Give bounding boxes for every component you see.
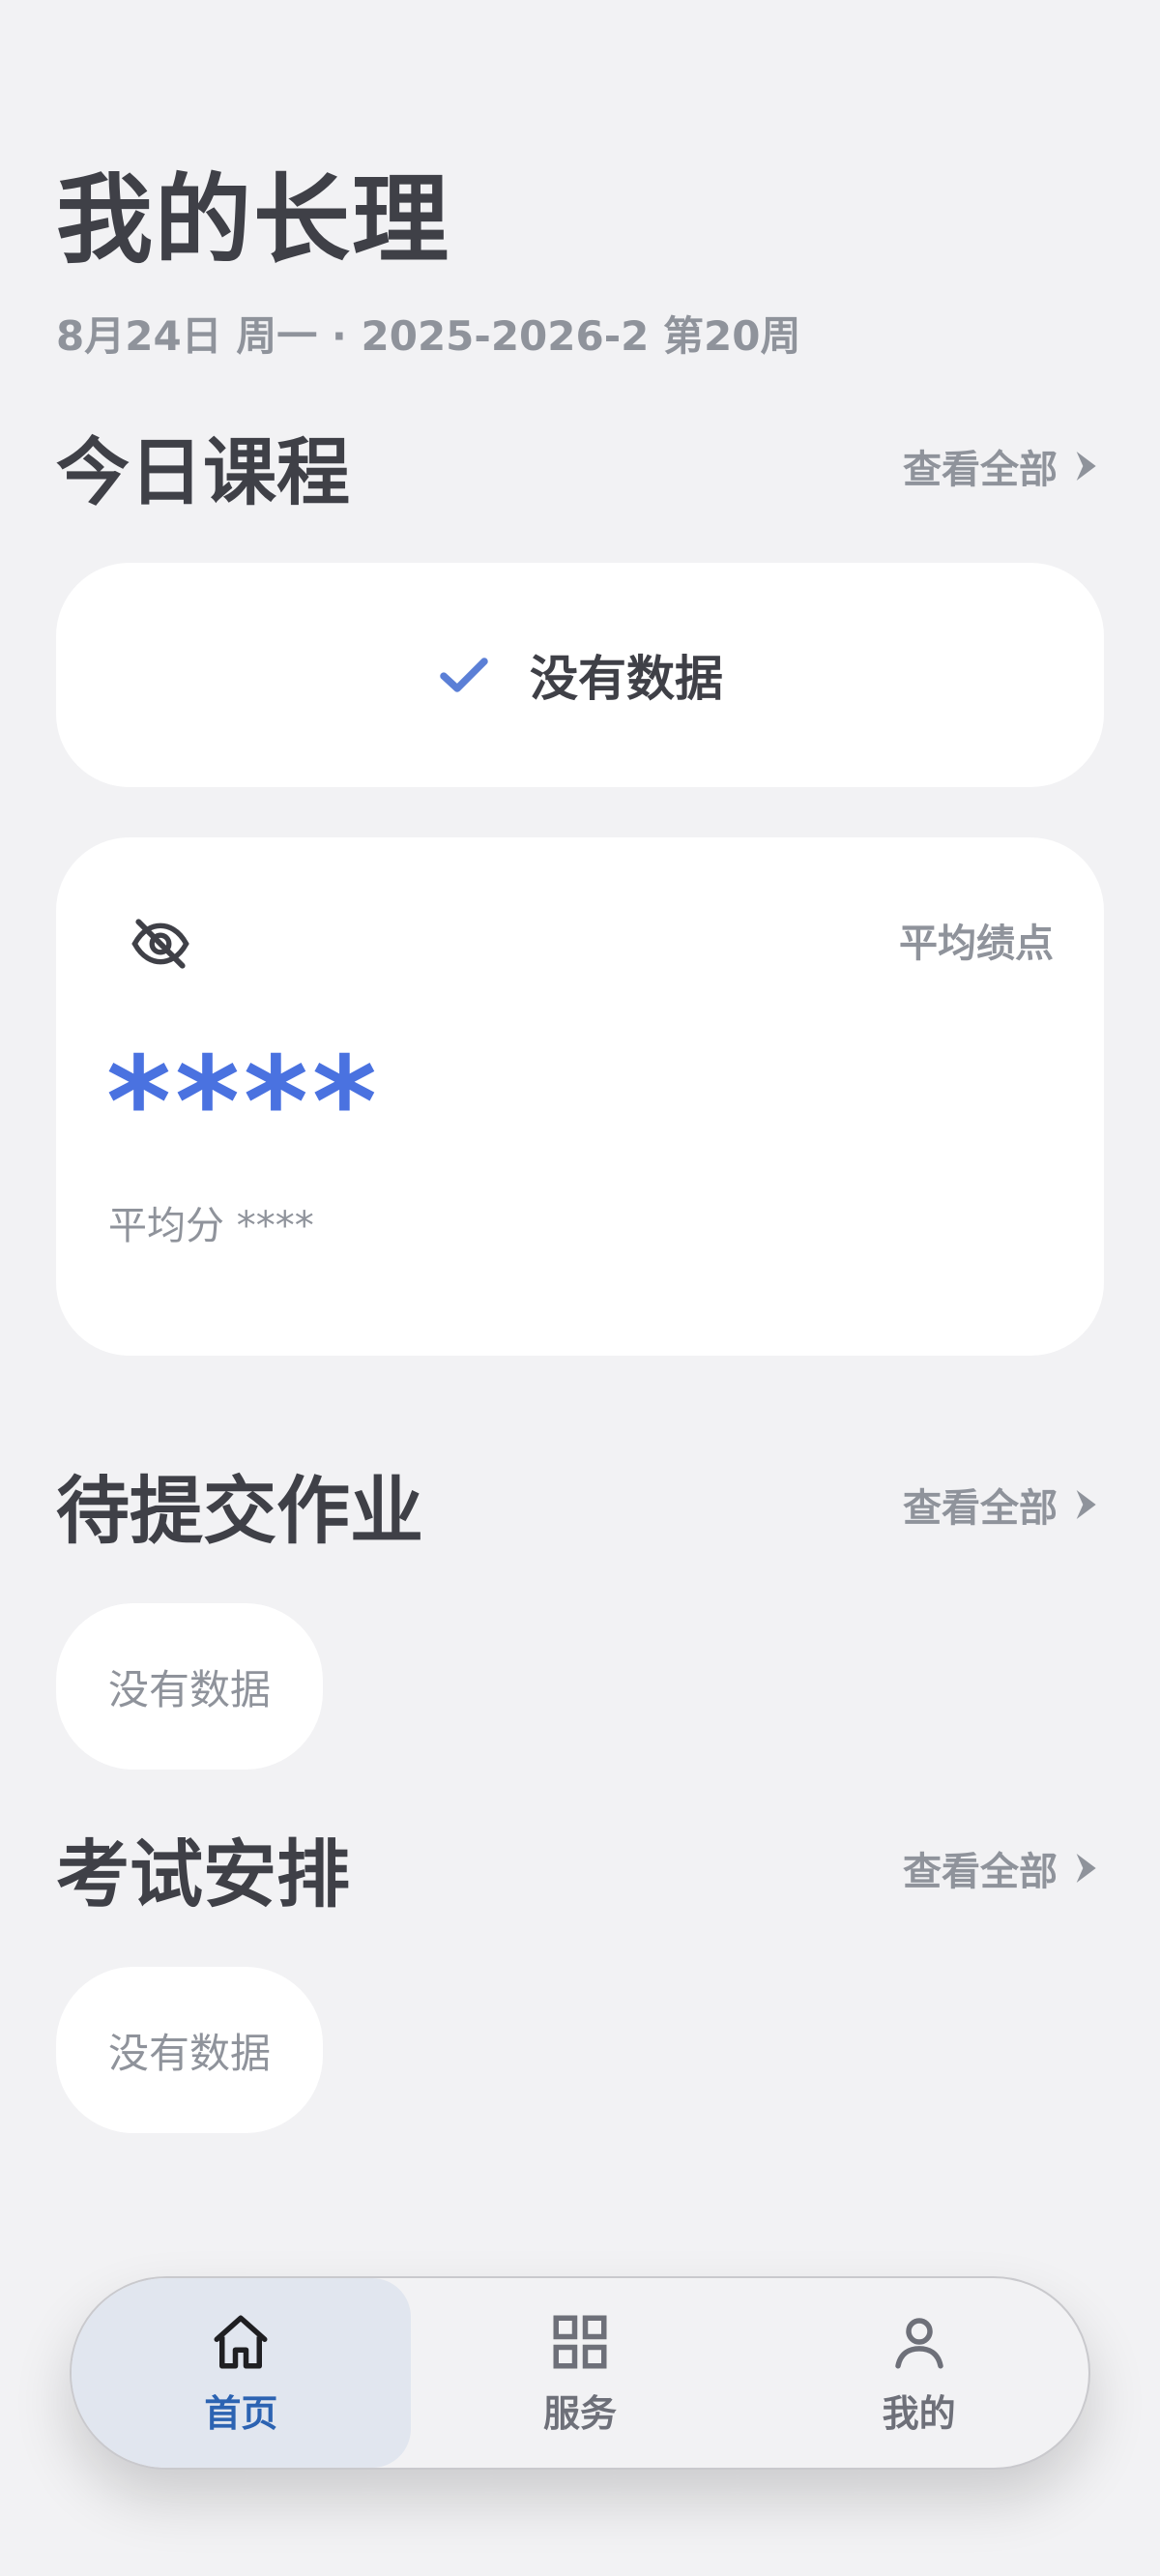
exams-header: 考试安排 查看全部 bbox=[56, 1820, 1104, 1917]
date-week-subtitle: 8月24日 周一 · 2025-2026-2 第20周 bbox=[56, 312, 801, 360]
homework-empty-card: 没有数据 bbox=[56, 1603, 323, 1770]
tab-home[interactable]: 首页 bbox=[72, 2278, 411, 2468]
homework-title: 待提交作业 bbox=[56, 1468, 423, 1554]
gpa-label: 平均绩点 bbox=[899, 922, 1054, 966]
bottom-tab-bar: 首页 服务 我的 bbox=[70, 2276, 1090, 2470]
grid-icon bbox=[553, 2315, 607, 2368]
chevron-right-icon bbox=[1076, 1490, 1096, 1519]
gpa-card[interactable]: 平均绩点 **** 平均分 **** bbox=[56, 837, 1104, 1356]
exams-empty-card: 没有数据 bbox=[56, 1967, 323, 2133]
gpa-value: **** bbox=[106, 1031, 381, 1175]
person-icon bbox=[894, 2317, 943, 2368]
exams-view-all-link[interactable]: 查看全部 bbox=[903, 1840, 1104, 1896]
chevron-right-icon bbox=[1076, 452, 1096, 481]
page-title: 我的长理 bbox=[56, 163, 450, 277]
tab-label: 我的 bbox=[882, 2391, 956, 2435]
today-courses-title: 今日课程 bbox=[56, 429, 350, 515]
today-courses-card[interactable]: 没有数据 bbox=[56, 563, 1104, 787]
check-icon bbox=[437, 648, 491, 702]
view-all-label: 查看全部 bbox=[903, 1850, 1058, 1894]
homework-view-all-link[interactable]: 查看全部 bbox=[903, 1477, 1104, 1533]
view-all-label: 查看全部 bbox=[903, 448, 1058, 492]
home-icon bbox=[214, 2315, 268, 2368]
tab-profile[interactable]: 我的 bbox=[749, 2278, 1088, 2468]
view-all-label: 查看全部 bbox=[903, 1486, 1058, 1531]
today-courses-header: 今日课程 查看全部 bbox=[56, 418, 1104, 515]
eye-off-icon[interactable] bbox=[130, 913, 191, 975]
tab-label: 服务 bbox=[543, 2391, 618, 2435]
homework-header: 待提交作业 查看全部 bbox=[56, 1456, 1104, 1554]
today-courses-view-all-link[interactable]: 查看全部 bbox=[903, 438, 1104, 494]
tab-services[interactable]: 服务 bbox=[411, 2278, 750, 2468]
exams-title: 考试安排 bbox=[56, 1831, 350, 1917]
average-score-text: 平均分 **** bbox=[108, 1204, 314, 1248]
tab-label: 首页 bbox=[204, 2391, 278, 2435]
chevron-right-icon bbox=[1076, 1854, 1096, 1883]
today-courses-empty-text: 没有数据 bbox=[530, 651, 723, 707]
home-page: 我的长理 8月24日 周一 · 2025-2026-2 第20周 今日课程 查看… bbox=[0, 0, 1160, 2576]
